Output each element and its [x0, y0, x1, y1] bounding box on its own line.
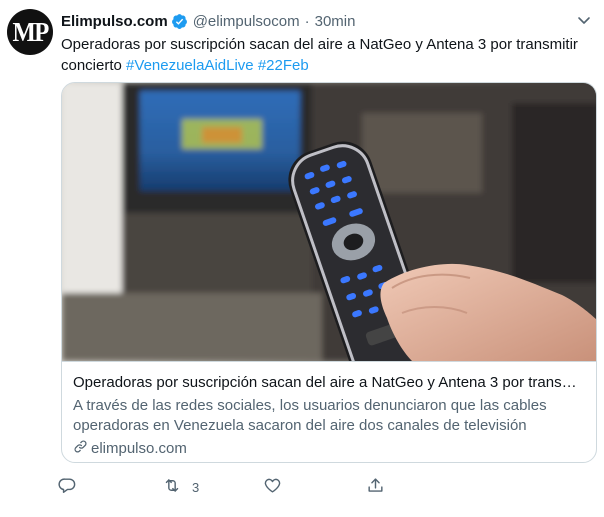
card-domain[interactable]: elimpulso.com — [73, 439, 187, 458]
chevron-down-icon[interactable] — [576, 12, 592, 33]
like-button[interactable] — [263, 476, 282, 498]
avatar-logo-text: MP — [12, 16, 50, 47]
hashtag-link[interactable]: #VenezuelaAidLive — [126, 57, 254, 74]
share-button[interactable] — [366, 476, 385, 498]
heart-icon — [263, 476, 282, 498]
share-icon — [366, 476, 385, 498]
avatar[interactable]: MP — [7, 9, 53, 55]
tweet-text: Operadoras por suscripción sacan del air… — [61, 34, 591, 76]
reply-icon — [58, 476, 77, 498]
card-image[interactable] — [62, 83, 597, 361]
tweet[interactable]: MP Elimpulso.com @elimpulsocom · 30min O… — [0, 0, 604, 517]
tweet-actions: 3 — [58, 476, 458, 498]
hashtag-link[interactable]: #22Feb — [258, 57, 309, 74]
handle[interactable]: @elimpulsocom — [193, 13, 300, 30]
retweet-icon — [162, 476, 182, 498]
card-meta[interactable]: Operadoras por suscripción sacan del air… — [62, 361, 596, 462]
retweet-button[interactable]: 3 — [162, 476, 199, 498]
retweet-count: 3 — [192, 479, 200, 495]
display-name[interactable]: Elimpulso.com — [61, 13, 168, 30]
reply-button[interactable] — [58, 476, 77, 498]
card-title[interactable]: Operadoras por suscripción sacan del air… — [73, 374, 588, 391]
link-icon — [73, 439, 91, 458]
separator-dot: · — [304, 12, 310, 30]
timestamp[interactable]: 30min — [315, 13, 356, 30]
verified-badge-icon — [171, 13, 188, 30]
link-card[interactable]: Operadoras por suscripción sacan del air… — [61, 82, 597, 463]
card-description: A través de las redes sociales, los usua… — [73, 397, 547, 434]
card-domain-text: elimpulso.com — [91, 440, 187, 457]
tweet-header: Elimpulso.com @elimpulsocom · 30min — [61, 11, 355, 31]
